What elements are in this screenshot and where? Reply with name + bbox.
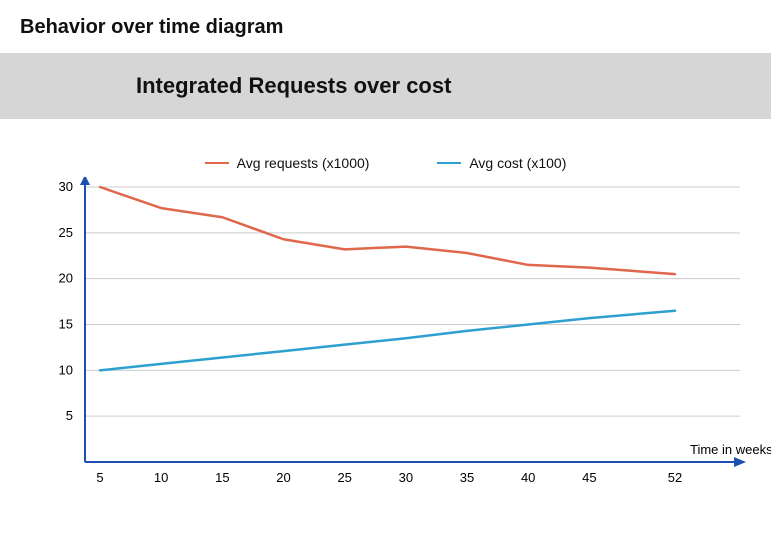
x-tick-label: 15 — [215, 470, 229, 485]
chart-plot: 5 10 15 20 25 30 5 10 15 20 25 30 35 40 45 52 Time in we… — [0, 177, 771, 507]
series-line-requests — [100, 187, 675, 274]
x-axis-arrow-icon — [734, 457, 746, 467]
y-tick-label: 25 — [59, 225, 73, 240]
x-tick-label: 40 — [521, 470, 535, 485]
x-tick-label: 35 — [460, 470, 474, 485]
x-tick-label: 30 — [399, 470, 413, 485]
chart-title-band: Integrated Requests over cost — [0, 53, 771, 119]
y-tick-label: 15 — [59, 317, 73, 332]
legend-label-cost: Avg cost (x100) — [469, 155, 566, 171]
page-title: Behavior over time diagram — [0, 0, 771, 53]
x-tick-label: 20 — [276, 470, 290, 485]
legend-swatch-requests — [205, 162, 229, 164]
y-axis-arrow-icon — [80, 177, 90, 185]
series-line-cost — [100, 311, 675, 371]
legend-swatch-cost — [437, 162, 461, 164]
x-tick-label: 52 — [668, 470, 682, 485]
legend-item-cost: Avg cost (x100) — [437, 155, 566, 171]
y-tick-label: 20 — [59, 271, 73, 286]
x-tick-label: 25 — [337, 470, 351, 485]
x-tick-label: 5 — [96, 470, 103, 485]
chart-legend: Avg requests (x1000) Avg cost (x100) — [0, 151, 771, 171]
chart-title: Integrated Requests over cost — [0, 73, 451, 99]
y-tick-label: 30 — [59, 179, 73, 194]
x-tick-label: 45 — [582, 470, 596, 485]
x-axis-label: Time in weeks — [690, 442, 771, 457]
y-tick-label: 10 — [59, 362, 73, 377]
legend-item-requests: Avg requests (x1000) — [205, 155, 370, 171]
x-tick-label: 10 — [154, 470, 168, 485]
y-tick-label: 5 — [66, 408, 73, 423]
legend-label-requests: Avg requests (x1000) — [237, 155, 370, 171]
